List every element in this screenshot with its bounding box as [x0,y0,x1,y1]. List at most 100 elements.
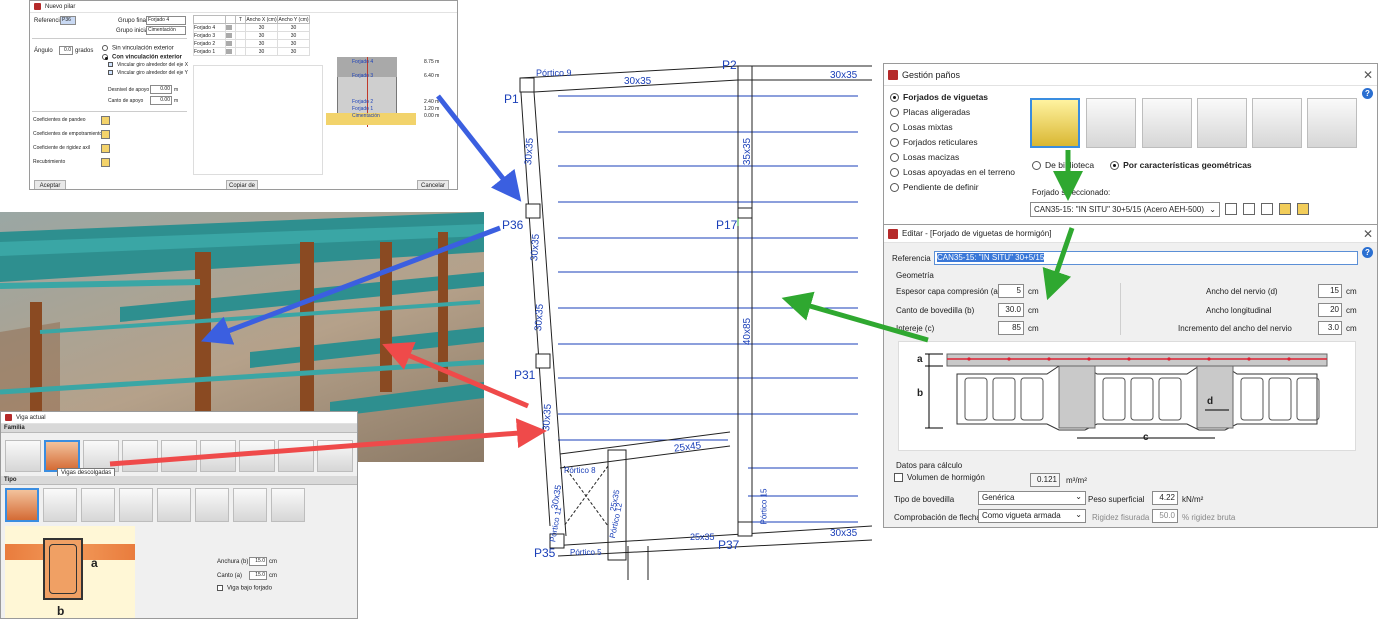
canto-bovedilla-input[interactable]: 30.0 [998,303,1024,317]
aceptar-button[interactable]: Aceptar [34,180,66,189]
pillar-label-p31[interactable]: P31 [514,368,535,382]
beam-label-top-right[interactable]: 30x35 [830,70,857,81]
beam-label-mid-col2[interactable]: 40x85 [742,318,753,345]
option-losas-mixtas[interactable]: Losas mixtas [890,122,1015,137]
beam-label-left-4[interactable]: 30x35 [541,404,554,432]
familia-thumb-1[interactable] [5,440,41,472]
copy-icon[interactable] [1261,203,1274,216]
forjado-thumb-4[interactable] [1197,98,1247,148]
help-icon[interactable]: ? [1362,247,1373,258]
referencia-input[interactable]: P36 [60,16,76,25]
help-icon[interactable]: ? [1362,88,1373,99]
table-row[interactable]: Forjado 2 30 30 [193,39,310,48]
option-pendiente[interactable]: Pendiente de definir [890,182,1015,197]
pillar-label-p35[interactable]: P35 [534,546,555,560]
canto-apoyo-input[interactable]: 0.00 [150,96,172,105]
familia-thumb-4[interactable] [122,440,158,472]
option-losas-terreno[interactable]: Losas apoyadas en el terreno [890,167,1015,182]
grupo-inicial-select[interactable]: Cimentación [146,26,186,35]
beam-label-bottom-mid[interactable]: 25x35 [690,532,715,542]
check-giro-x[interactable]: Vincular giro alrededor del eje X [108,62,188,68]
canto-apoyo-unit: m [174,98,179,104]
tipo-bovedilla-select[interactable]: Genérica ⌄ [978,491,1086,505]
pillar-label-p37[interactable]: P37 [718,538,739,552]
beam-label-left-3[interactable]: 30x35 [533,304,546,332]
cancelar-button[interactable]: Cancelar [417,180,449,189]
tipo-thumb-8[interactable] [271,488,305,522]
radio-icon [1032,161,1041,171]
app-icon [34,3,41,10]
radio-con-vinculacion[interactable]: Con vinculación exterior [102,53,188,60]
table-row[interactable]: Forjado 3 30 30 [193,31,310,40]
check-giro-y[interactable]: Vincular giro alrededor del eje Y [108,70,188,76]
forjado-select[interactable]: CAN35-15: "IN SITU" 30+5/15 (Acero AEH-5… [1030,202,1220,217]
forjado-thumb-3[interactable] [1142,98,1192,148]
tipo-thumb-7[interactable] [233,488,267,522]
option-losas-macizas[interactable]: Losas macizas [890,152,1015,167]
pillar-label-p17[interactable]: P17 [716,218,737,232]
table-row[interactable]: Forjado 1 30 30 [193,47,310,56]
tipo-thumb-3[interactable] [81,488,115,522]
familia-thumb-5[interactable] [161,440,197,472]
tipo-thumb-5[interactable] [157,488,191,522]
edit-icon[interactable] [101,158,110,167]
forjado-thumb-5[interactable] [1252,98,1302,148]
check-volumen[interactable]: Volumen de hormigón [894,473,985,483]
canto-input[interactable]: 15.0 [249,571,267,580]
incremento-input[interactable]: 3.0 [1318,321,1342,335]
familia-thumb-8[interactable] [278,440,314,472]
table-row[interactable]: Forjado 4 30 30 [193,23,310,32]
close-icon[interactable]: ✕ [1363,227,1373,241]
pillar-label-p2[interactable]: P2 [722,58,737,72]
copiar-button[interactable]: Copiar de [226,180,258,189]
edit-icon[interactable] [101,116,110,125]
option-forjados-viguetas[interactable]: Forjados de viguetas [890,92,1015,107]
beam-label-portico9[interactable]: Pórtico 9 [536,68,572,78]
library-icon[interactable] [1297,203,1310,216]
ancho-long-input[interactable]: 20 [1318,303,1342,317]
add-icon[interactable] [1225,203,1237,216]
beam-label-mid-col[interactable]: 35x35 [742,138,753,165]
anchura-input[interactable]: 15.0 [249,557,267,566]
peso-input[interactable]: 4.22 [1152,491,1178,505]
beam-label-left-1[interactable]: 30x35 [523,138,536,166]
beam-label-portico5[interactable]: Pórtico 5 [570,548,602,557]
familia-thumb-6[interactable] [200,440,236,472]
option-placas-aligeradas[interactable]: Placas aligeradas [890,107,1015,122]
open-folder-icon[interactable] [1279,203,1292,216]
familia-thumb-7[interactable] [239,440,275,472]
radio-de-biblioteca[interactable]: De biblioteca [1032,160,1094,171]
comprobacion-select[interactable]: Como vigueta armada ⌄ [978,509,1086,523]
option-forjados-reticulares[interactable]: Forjados reticulares [890,137,1015,152]
ancho-nervio-input[interactable]: 15 [1318,284,1342,298]
grupo-final-select[interactable]: Forjado 4 [146,16,186,25]
pillar-label-p1[interactable]: P1 [504,92,519,106]
edit-icon[interactable] [101,130,110,139]
edit-icon[interactable] [1243,203,1256,216]
referencia-input[interactable]: CAN35-15: "IN SITU" 30+5/15 [934,251,1358,265]
forjado-thumb-2[interactable] [1086,98,1136,148]
tipo-thumb-2[interactable] [43,488,77,522]
desnivel-input[interactable]: 0.00 [150,85,172,94]
intereje-input[interactable]: 85 [998,321,1024,335]
beam-label-bottom-right[interactable]: 30x35 [830,528,857,539]
angulo-input[interactable]: 0.0 [59,46,73,55]
check-viga-bajo-forjado[interactable]: Viga bajo forjado [217,585,272,592]
pillar-label-p36[interactable]: P36 [502,218,523,232]
forjado-thumb-6[interactable] [1307,98,1357,148]
radio-sin-vinculacion[interactable]: Sin vinculación exterior [102,45,188,52]
tipo-thumb-6[interactable] [195,488,229,522]
beam-label-top-mid[interactable]: 30x35 [624,76,651,87]
beam-label-left-2[interactable]: 30x35 [529,234,542,262]
tipo-thumb-4[interactable] [119,488,153,522]
section-label-f4: Forjado 4 [352,59,374,65]
edit-icon[interactable] [101,144,110,153]
forjado-thumb-1[interactable] [1030,98,1080,148]
beam-label-portico15[interactable]: Pórtico 15 [760,488,769,524]
espesor-input[interactable]: 5 [998,284,1024,298]
close-icon[interactable]: ✕ [1363,68,1373,82]
radio-por-caracteristicas[interactable]: Por características geométricas [1110,160,1252,171]
beam-label-portico8[interactable]: Pórtico 8 [564,466,596,475]
familia-thumb-9[interactable] [317,440,353,472]
tipo-thumb-1[interactable] [5,488,39,522]
